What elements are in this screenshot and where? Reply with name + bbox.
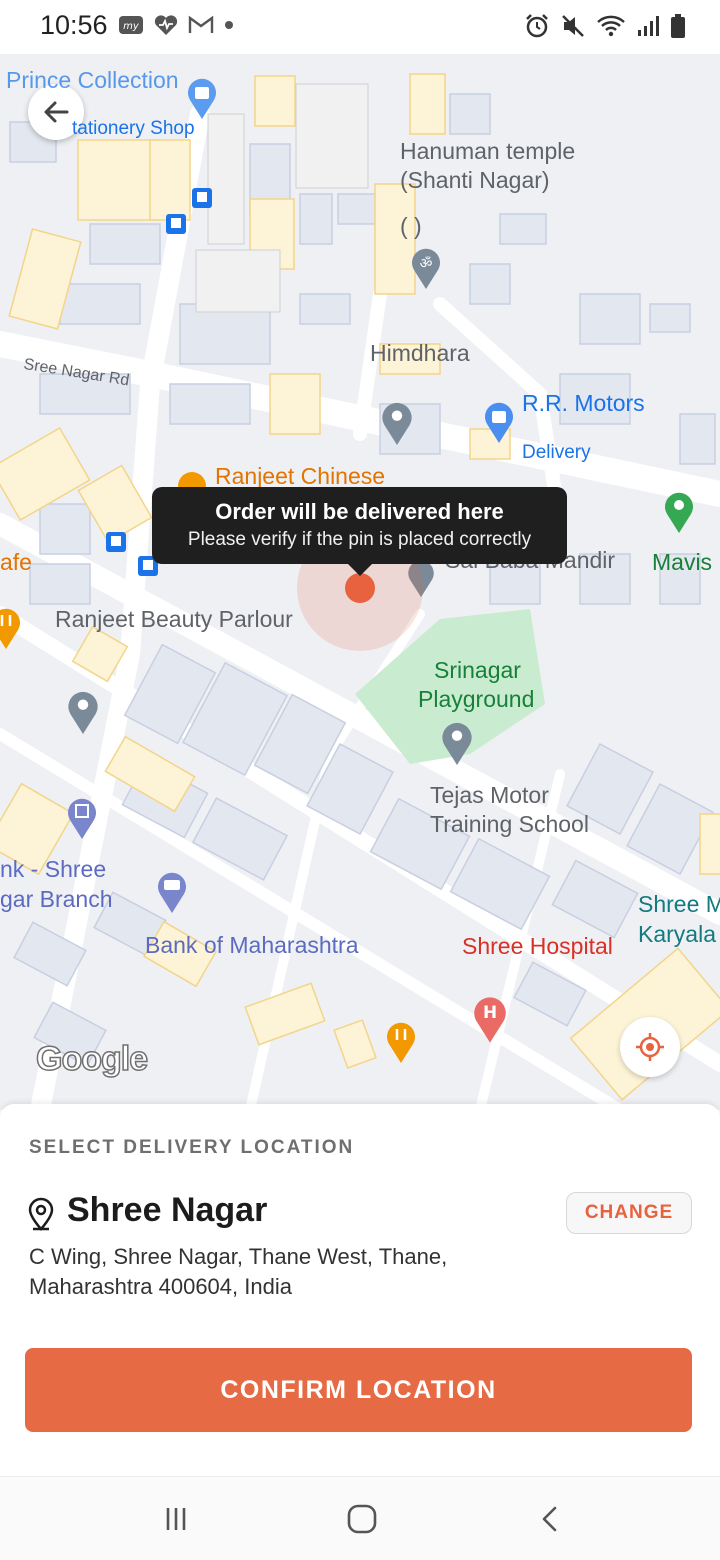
map-label-tejas-motor-2: Training School bbox=[430, 811, 589, 837]
myjio-icon: my bbox=[118, 14, 144, 36]
restaurant-pin-icon[interactable] bbox=[0, 606, 22, 650]
map-label-shree-hospital: Shree Hospital bbox=[462, 933, 613, 959]
change-button[interactable]: CHANGE bbox=[566, 1192, 692, 1234]
status-time: 10:56 bbox=[40, 10, 108, 40]
shopping-bag-pin-icon[interactable] bbox=[483, 400, 515, 444]
home-icon bbox=[347, 1504, 377, 1534]
place-pin-icon[interactable] bbox=[66, 689, 100, 735]
tooltip-title: Order will be delivered here bbox=[215, 499, 504, 524]
place-pin-icon[interactable] bbox=[380, 400, 414, 446]
location-sheet: SELECT DELIVERY LOCATION Shree Nagar CHA… bbox=[0, 1104, 720, 1476]
map-label-mavis: Mavis bbox=[652, 549, 713, 575]
battery-icon bbox=[670, 13, 686, 39]
status-right-icons bbox=[524, 13, 686, 39]
home-button[interactable] bbox=[342, 1499, 382, 1539]
svg-text:my: my bbox=[123, 21, 140, 32]
crosshair-icon bbox=[636, 1033, 664, 1061]
map-label-rr-motors-delivery: Delivery bbox=[522, 442, 591, 463]
bank-pin-icon[interactable] bbox=[66, 796, 98, 840]
recents-button[interactable] bbox=[156, 1499, 196, 1539]
recents-icon bbox=[166, 1508, 186, 1530]
alarm-icon bbox=[524, 13, 550, 39]
map-label-bank-shree: nk - Shree bbox=[0, 856, 107, 882]
map-label-bank-maharashtra: Bank of Maharashtra bbox=[145, 932, 359, 958]
location-pin-icon bbox=[28, 1197, 54, 1231]
bus-stop-icon bbox=[192, 188, 212, 208]
map-label-hanuman-temple-2: (Shanti Nagar) bbox=[400, 167, 550, 193]
hospital-pin-icon[interactable]: H bbox=[472, 994, 508, 1044]
my-location-button[interactable] bbox=[620, 1017, 680, 1077]
delivery-pin[interactable] bbox=[345, 573, 375, 603]
system-nav-bar bbox=[0, 1476, 720, 1560]
location-address: C Wing, Shree Nagar, Thane West, Thane, … bbox=[29, 1244, 448, 1299]
place-pin-icon[interactable] bbox=[440, 720, 474, 766]
atm-pin-icon[interactable] bbox=[156, 870, 188, 914]
dot-icon bbox=[223, 19, 235, 31]
map-label-himdhara: Himdhara bbox=[370, 340, 470, 366]
status-bar: 10:56 my bbox=[0, 0, 720, 54]
svg-text:H: H bbox=[483, 1002, 497, 1022]
sheet-heading: SELECT DELIVERY LOCATION bbox=[29, 1137, 355, 1158]
confirm-location-button[interactable]: CONFIRM LOCATION bbox=[25, 1348, 692, 1432]
temple-pin-icon[interactable]: ॐ bbox=[410, 246, 442, 290]
map-label-hanuman-temple: Hanuman temple bbox=[400, 138, 576, 164]
gmail-icon bbox=[188, 15, 214, 35]
bus-stop-icon bbox=[166, 214, 186, 234]
map-label-prince-collection: Prince Collection bbox=[6, 67, 179, 93]
map-label-shree-karyala: Shree M bbox=[638, 891, 720, 917]
arrow-left-icon bbox=[44, 101, 69, 123]
location-title: Shree Nagar bbox=[67, 1191, 268, 1229]
health-heart-icon bbox=[153, 13, 179, 37]
map-label-srinagar-playground-2: Playground bbox=[418, 686, 535, 712]
map-label-shree-karyala-2: Karyala bbox=[638, 921, 716, 947]
svg-text:ॐ: ॐ bbox=[420, 256, 433, 272]
map-label-bank-shree-2: gar Branch bbox=[0, 886, 113, 912]
status-left-icons: my bbox=[118, 13, 235, 37]
place-pin-green-icon[interactable] bbox=[663, 490, 695, 534]
map-label-tejas-motor: Tejas Motor bbox=[430, 782, 549, 808]
map-label-ranjeet-beauty: Ranjeet Beauty Parlour bbox=[55, 606, 293, 632]
wifi-icon bbox=[596, 14, 626, 38]
restaurant-pin-icon[interactable] bbox=[385, 1020, 417, 1064]
bus-stop-icon bbox=[106, 532, 126, 552]
map-label-hanuman-temple-3: ( ) bbox=[400, 213, 422, 239]
nav-back-button[interactable] bbox=[530, 1499, 570, 1539]
shopping-bag-pin-icon[interactable] bbox=[186, 76, 218, 120]
map-label-rr-motors: R.R. Motors bbox=[522, 390, 645, 416]
delivery-tooltip: Order will be delivered here Please veri… bbox=[152, 487, 567, 576]
tooltip-subtitle: Please verify if the pin is placed corre… bbox=[187, 529, 532, 550]
tooltip-arrow bbox=[348, 564, 372, 576]
map-label-srinagar-playground: Srinagar bbox=[434, 657, 521, 683]
map-label-cafe: afe bbox=[0, 549, 32, 575]
map-view[interactable]: Prince Collection tationery Shop Hanuman… bbox=[0, 54, 720, 1110]
back-icon bbox=[542, 1506, 557, 1532]
mute-icon bbox=[560, 13, 586, 39]
signal-icon bbox=[636, 14, 660, 38]
google-logo: Google bbox=[35, 1039, 149, 1079]
map-label-stationery-shop: tationery Shop bbox=[72, 118, 195, 139]
